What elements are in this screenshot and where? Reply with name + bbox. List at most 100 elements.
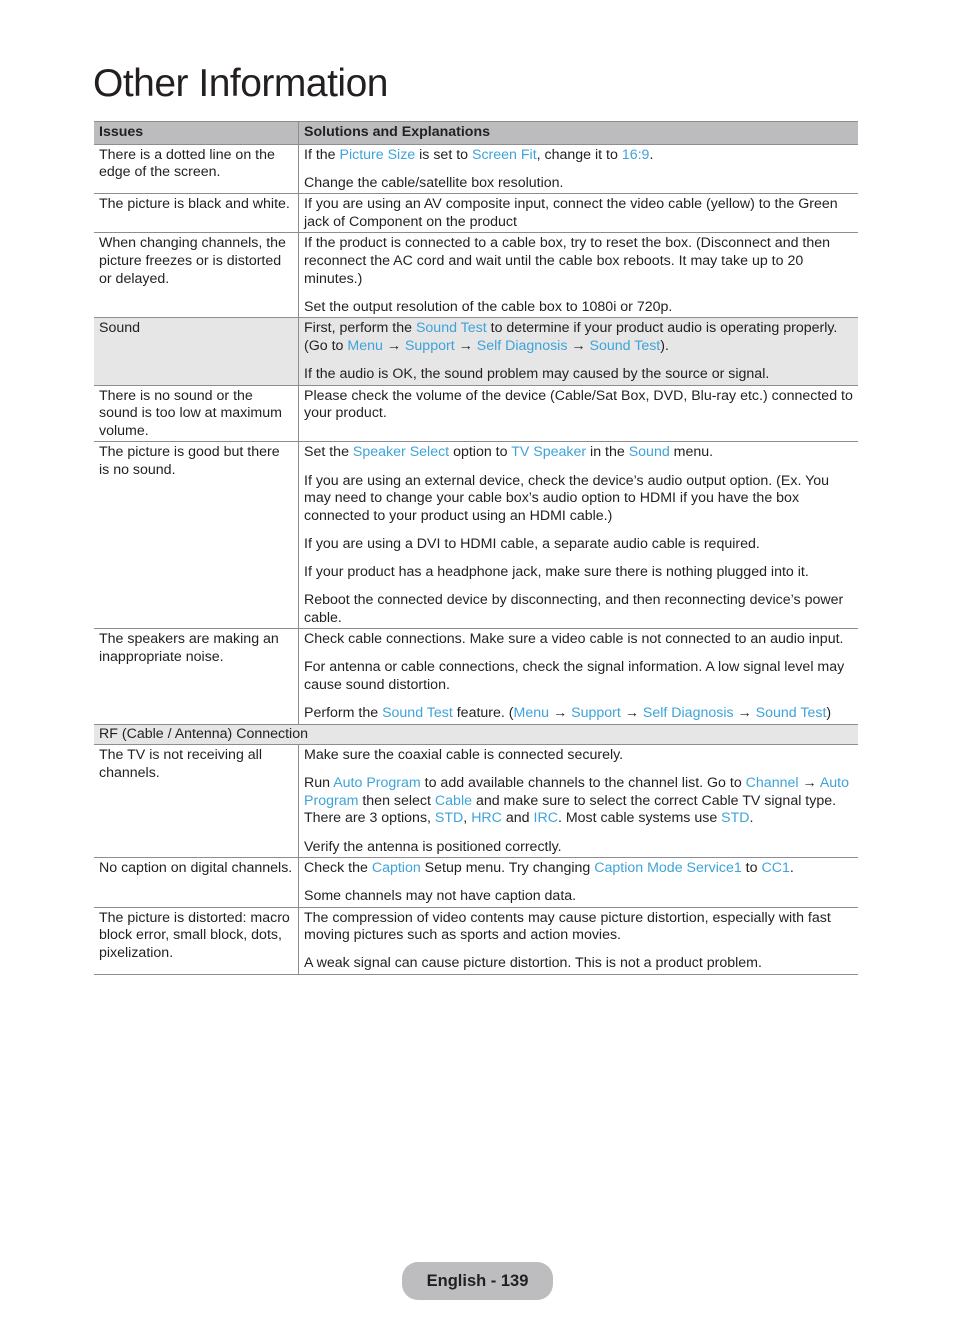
troubleshooting-table: Issues Solutions and Explanations There … (94, 121, 858, 976)
menu-path-link: Cable (434, 792, 472, 809)
menu-path-link: Sound (628, 444, 670, 461)
solution-text: If the audio is OK, the sound problem ma… (304, 366, 770, 383)
solution-paragraph: Reboot the connected device by disconnec… (304, 592, 853, 627)
solution-text: First, perform the (304, 320, 416, 337)
menu-path-link: CC1 (761, 860, 790, 877)
solution-paragraph: If you are using an AV composite input, … (304, 196, 853, 231)
solution-paragraph: Set the output resolution of the cable b… (304, 299, 853, 317)
table-body: There is a dotted line on the edge of th… (94, 143, 858, 976)
issue-cell: The picture is distorted: macro block er… (94, 906, 299, 976)
solution-text: → (620, 704, 643, 721)
solution-text: option to (449, 444, 512, 461)
solution-text: Reboot the connected device by disconnec… (304, 591, 844, 626)
menu-path-link: Sound Test (755, 704, 827, 721)
solution-cell: First, perform the Sound Test to determi… (298, 317, 858, 386)
solution-text: Set the output resolution of the cable b… (304, 298, 673, 315)
menu-path-link: Channel (745, 775, 799, 792)
menu-path-link: Menu (513, 704, 550, 721)
solution-text: Make sure the coaxial cable is connected… (304, 747, 624, 764)
solution-text: → (382, 337, 405, 354)
menu-path-link: Sound Test (589, 337, 661, 354)
menu-path-link: Self Diagnosis (642, 704, 734, 721)
solution-cell: The compression of video contents may ca… (298, 906, 858, 976)
table-row: When changing channels, the picture free… (94, 232, 858, 319)
solution-text: → (733, 704, 756, 721)
menu-path-link: Speaker Select (352, 444, 450, 461)
menu-path-link: Picture Size (339, 146, 416, 163)
solution-text: . (749, 810, 754, 827)
menu-path-link: STD (721, 810, 750, 827)
solution-text: → (454, 337, 477, 354)
menu-path-link: STD (434, 810, 464, 827)
solution-text: Run (304, 775, 334, 792)
solution-paragraph: If you are using a DVI to HDMI cable, a … (304, 536, 853, 554)
table-header-row: Issues Solutions and Explanations (94, 121, 858, 145)
solution-cell: If the Picture Size is set to Screen Fit… (298, 143, 858, 195)
solution-text: If you are using an AV composite input, … (304, 196, 838, 230)
solution-text: → (798, 775, 820, 792)
solution-paragraph: Make sure the coaxial cable is connected… (304, 747, 853, 765)
menu-path-link: Screen Fit (471, 146, 537, 163)
issue-cell: The TV is not receiving all channels. (94, 744, 299, 859)
issue-cell: When changing channels, the picture free… (94, 232, 299, 319)
solution-text: feature. ( (452, 704, 514, 721)
table-row: The picture is distorted: macro block er… (94, 906, 858, 976)
solution-text: to add available channels to the channel… (420, 775, 746, 792)
solution-paragraph: Please check the volume of the device (C… (304, 388, 853, 423)
solution-cell: Make sure the coaxial cable is connected… (298, 744, 858, 859)
solution-text: , change it to (536, 146, 622, 163)
solution-text: → (567, 337, 590, 354)
solution-text: . Most cable systems use (557, 810, 722, 827)
page-title: Other Information (93, 62, 388, 105)
menu-path-link: Caption (371, 860, 421, 877)
solution-paragraph: A weak signal can cause picture distorti… (304, 955, 853, 973)
solution-text: A weak signal can cause picture distorti… (304, 955, 762, 972)
solution-cell: If you are using an AV composite input, … (298, 193, 858, 234)
solution-paragraph: If the Picture Size is set to Screen Fit… (304, 147, 853, 165)
solution-text: Check the (304, 860, 372, 877)
menu-path-link: 16:9 (621, 146, 650, 163)
solution-text: . (649, 146, 654, 163)
header-solutions: Solutions and Explanations (298, 121, 858, 145)
table-row: The picture is good but there is no soun… (94, 441, 858, 630)
solution-text: Perform the (304, 704, 383, 721)
header-issues: Issues (94, 121, 299, 145)
issue-cell: The speakers are making an inappropriate… (94, 628, 299, 725)
solution-text: Verify the antenna is positioned correct… (304, 838, 562, 855)
solution-text: ). (660, 337, 669, 354)
table-row: There is no sound or the sound is too lo… (94, 384, 858, 443)
menu-path-link: IRC (533, 810, 558, 827)
solution-text: For antenna or cable connections, check … (304, 659, 845, 693)
solution-text: is set to (415, 146, 472, 163)
solution-text: Please check the volume of the device (C… (304, 387, 853, 422)
solution-cell: Check the Caption Setup menu. Try changi… (298, 857, 858, 908)
menu-path-link: Auto Program (333, 775, 421, 792)
solution-paragraph: Set the Speaker Select option to TV Spea… (304, 444, 853, 462)
solution-text: and (501, 810, 534, 827)
solution-paragraph: First, perform the Sound Test to determi… (304, 320, 853, 355)
solution-text: Set the (304, 444, 353, 461)
solution-paragraph: If the audio is OK, the sound problem ma… (304, 366, 853, 384)
menu-path-link: HRC (471, 810, 502, 827)
issue-cell: The picture is good but there is no soun… (94, 441, 299, 630)
solution-paragraph: Check cable connections. Make sure a vid… (304, 631, 853, 649)
solution-paragraph: Perform the Sound Test feature. (Menu → … (304, 705, 853, 723)
table-row: No caption on digital channels. Check the… (94, 857, 858, 908)
solution-text: Setup menu. Try changing (420, 860, 595, 877)
menu-path-link: TV Speaker (511, 444, 587, 461)
solution-paragraph: If you are using an external device, che… (304, 473, 853, 526)
issue-cell: There is a dotted line on the edge of th… (94, 143, 299, 195)
solution-text: , (463, 810, 472, 827)
section-row: RF (Cable / Antenna) Connection (94, 723, 858, 746)
solution-text: in the (586, 444, 629, 461)
solution-paragraph: Run Auto Program to add available channe… (304, 775, 853, 828)
solution-text: Some channels may not have caption data. (304, 888, 577, 905)
solution-text: → (549, 704, 572, 721)
solution-cell: Set the Speaker Select option to TV Spea… (298, 441, 858, 630)
table-row: There is a dotted line on the edge of th… (94, 143, 858, 195)
menu-path-link: Menu (347, 337, 383, 354)
solution-paragraph: Check the Caption Setup menu. Try changi… (304, 860, 853, 878)
solution-text: Change the cable/satellite box resolutio… (304, 174, 564, 191)
solution-paragraph: If your product has a headphone jack, ma… (304, 564, 853, 582)
solution-paragraph: For antenna or cable connections, check … (304, 659, 853, 694)
